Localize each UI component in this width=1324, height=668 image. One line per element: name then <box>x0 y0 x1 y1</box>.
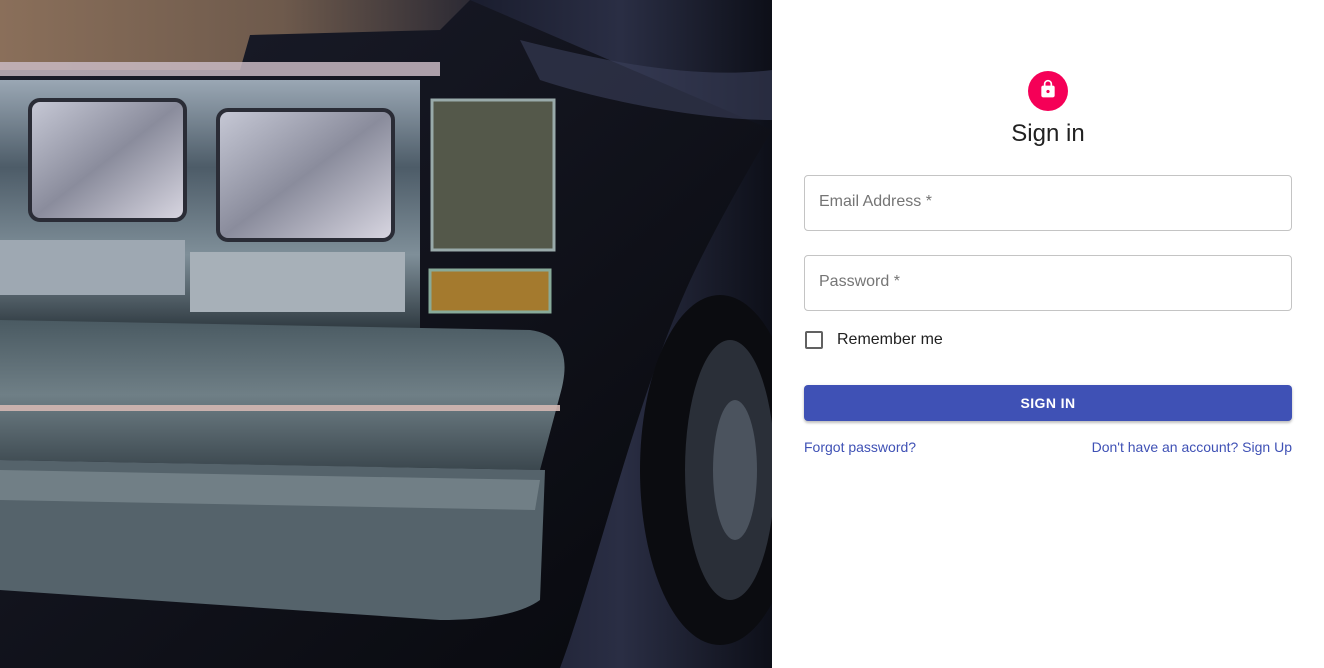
password-input[interactable] <box>805 256 1291 310</box>
page-title: Sign in <box>1011 120 1085 147</box>
sign-in-panel: Sign in Email Address * Password * Remem… <box>772 0 1324 668</box>
lock-icon <box>1038 79 1058 104</box>
hero-image <box>0 0 772 668</box>
sign-in-button[interactable]: SIGN IN <box>804 385 1292 421</box>
remember-label: Remember me <box>837 331 943 348</box>
remember-checkbox[interactable] <box>805 331 823 349</box>
sign-in-page: Sign in Email Address * Password * Remem… <box>0 0 1324 668</box>
forgot-password-link[interactable]: Forgot password? <box>804 438 916 456</box>
sign-up-link[interactable]: Don't have an account? Sign Up <box>1092 438 1292 456</box>
remember-me[interactable]: Remember me <box>804 329 943 351</box>
car-photo <box>0 0 772 668</box>
email-field[interactable]: Email Address * <box>804 175 1292 231</box>
password-field[interactable]: Password * <box>804 255 1292 311</box>
email-input[interactable] <box>805 176 1291 230</box>
avatar <box>1028 71 1068 111</box>
